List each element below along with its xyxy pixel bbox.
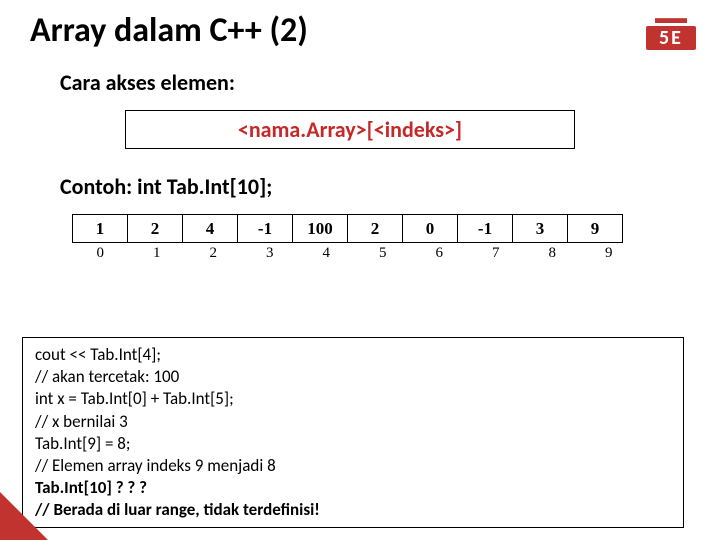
array-cell: 1 bbox=[73, 215, 128, 243]
page-title: Array dalam C++ (2) bbox=[0, 0, 720, 51]
syntax-box: <nama.Array>[<indeks>] bbox=[125, 110, 575, 149]
code-example-box: cout << Tab.Int[4]; // akan tercetak: 10… bbox=[22, 337, 684, 528]
array-cell: -1 bbox=[238, 215, 293, 243]
example-heading: Contoh: int Tab.Int[10]; bbox=[0, 149, 720, 200]
array-cell: 2 bbox=[348, 215, 403, 243]
array-cell: -1 bbox=[458, 215, 513, 243]
code-comment-warning: // Berada di luar range, tidak terdefini… bbox=[35, 499, 671, 521]
code-line: Tab.Int[9] = 8; bbox=[35, 433, 671, 455]
index-cell: 6 bbox=[411, 245, 468, 262]
code-line: cout << Tab.Int[4]; bbox=[35, 344, 671, 366]
array-values-table: 1 2 4 -1 100 2 0 -1 3 9 bbox=[72, 214, 623, 243]
array-cell: 4 bbox=[183, 215, 238, 243]
code-comment: // Elemen array indeks 9 menjadi 8 bbox=[35, 455, 671, 477]
corner-triangle-icon bbox=[0, 492, 48, 540]
array-cell: 9 bbox=[568, 215, 623, 243]
table-row: 1 2 4 -1 100 2 0 -1 3 9 bbox=[73, 215, 623, 243]
index-cell: 5 bbox=[355, 245, 412, 262]
array-cell: 0 bbox=[403, 215, 458, 243]
access-subheading: Cara akses elemen: bbox=[0, 51, 720, 96]
logo-text: 5E bbox=[646, 26, 696, 50]
index-cell: 8 bbox=[524, 245, 581, 262]
array-index-row: 0 1 2 3 4 5 6 7 8 9 bbox=[72, 245, 720, 262]
index-cell: 3 bbox=[242, 245, 299, 262]
index-cell: 0 bbox=[72, 245, 129, 262]
code-comment: // akan tercetak: 100 bbox=[35, 366, 671, 388]
array-cell: 3 bbox=[513, 215, 568, 243]
array-cell: 2 bbox=[128, 215, 183, 243]
index-cell: 4 bbox=[298, 245, 355, 262]
index-cell: 2 bbox=[185, 245, 242, 262]
code-comment: // x bernilai 3 bbox=[35, 411, 671, 433]
logo-book-icon: ▬▬ bbox=[646, 14, 696, 24]
code-line: int x = Tab.Int[0] + Tab.Int[5]; bbox=[35, 388, 671, 410]
logo: ▬▬ 5E bbox=[646, 14, 696, 50]
array-cell: 100 bbox=[293, 215, 348, 243]
index-cell: 7 bbox=[468, 245, 525, 262]
syntax-text: <nama.Array>[<indeks>] bbox=[238, 116, 462, 143]
index-cell: 9 bbox=[581, 245, 638, 262]
code-line-warning: Tab.Int[10] ? ? ? bbox=[35, 477, 671, 499]
index-cell: 1 bbox=[129, 245, 186, 262]
